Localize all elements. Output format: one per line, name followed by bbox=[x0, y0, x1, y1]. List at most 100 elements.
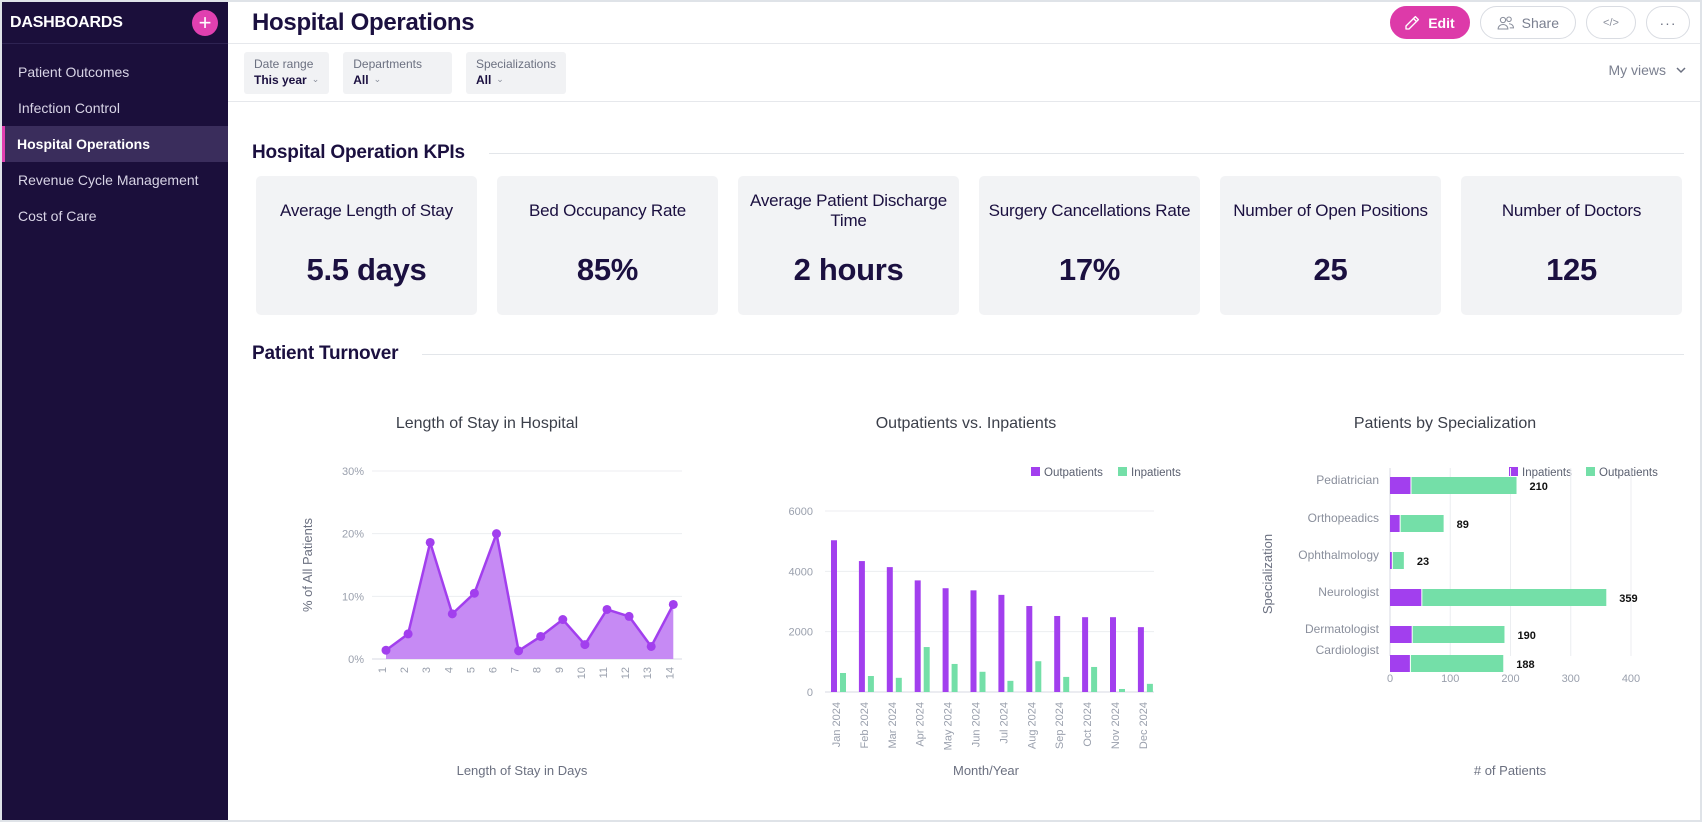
y-tick-label: Ophthalmology bbox=[1298, 548, 1379, 562]
bar-outpatients bbox=[970, 590, 977, 692]
my-views-dropdown[interactable]: My views bbox=[1608, 62, 1686, 78]
sidebar-item-label: Hospital Operations bbox=[17, 136, 151, 152]
patients-by-specialization-chart: Patients by Specialization Inpatients Outp… bbox=[1260, 415, 1658, 778]
kpi-value: 5.5 days bbox=[306, 252, 427, 287]
code-icon: </> bbox=[1603, 16, 1619, 29]
sidebar-item-revenue-cycle-management[interactable]: Revenue Cycle Management bbox=[2, 162, 228, 198]
legend-swatch-outpatients bbox=[1031, 467, 1040, 476]
edit-button[interactable]: Edit bbox=[1390, 6, 1470, 39]
legend-label: Outpatients bbox=[1599, 467, 1658, 479]
bar-outpatients bbox=[886, 567, 893, 692]
add-dashboard-button[interactable]: + bbox=[192, 9, 218, 36]
kpi-section-header: Hospital Operation KPIs bbox=[228, 142, 1700, 164]
bar-outpatients bbox=[914, 580, 921, 692]
edit-button-label: Edit bbox=[1428, 14, 1455, 31]
x-tick-label: May 2024 bbox=[943, 702, 955, 750]
x-tick-label: Dec 2024 bbox=[1138, 702, 1150, 749]
kpi-value: 85% bbox=[576, 252, 639, 287]
y-tick-label: Cardiologist bbox=[1316, 643, 1380, 657]
chart-legend: Inpatients Outpatients bbox=[1509, 467, 1658, 479]
data-point bbox=[447, 609, 457, 619]
x-tick-label: 2 bbox=[399, 667, 411, 673]
kpi-card: Average Patient Discharge Time 2 hours bbox=[738, 176, 959, 315]
sidebar-item-hospital-operations[interactable]: Hospital Operations bbox=[2, 126, 228, 162]
x-tick-label: 8 bbox=[532, 667, 544, 673]
y-tick-label: 4000 bbox=[789, 566, 813, 578]
x-tick-label: 13 bbox=[642, 667, 654, 679]
x-tick-label: 0 bbox=[1387, 673, 1393, 685]
legend-label: Outpatients bbox=[1044, 467, 1103, 479]
bar-inpatients bbox=[1390, 515, 1400, 532]
more-options-button[interactable]: ··· bbox=[1646, 6, 1690, 39]
kpi-label: Number of Open Positions bbox=[1233, 200, 1428, 220]
x-tick-label: 100 bbox=[1441, 673, 1459, 685]
charts-area: Length of Stay in Hospital0%10%20%30%1 2 3… bbox=[300, 415, 1658, 778]
sidebar-item-label: Infection Control bbox=[18, 100, 120, 116]
filter-label: Departments bbox=[353, 56, 422, 71]
embed-button[interactable]: </> bbox=[1586, 6, 1636, 39]
y-tick-label: 30% bbox=[342, 466, 364, 478]
bar-outpatients bbox=[1422, 589, 1607, 606]
bar-outpatients bbox=[1082, 617, 1089, 692]
y-tick-label: Neurologist bbox=[1318, 585, 1379, 599]
x-tick-label: Nov 2024 bbox=[1110, 702, 1122, 749]
filter-specializations[interactable]: Specializations All ⌄ bbox=[465, 51, 566, 94]
data-point bbox=[514, 646, 524, 656]
section-divider bbox=[488, 152, 1684, 154]
chevron-down-icon bbox=[1676, 66, 1686, 73]
data-label: 188 bbox=[1516, 659, 1534, 671]
bar-outpatients bbox=[998, 594, 1005, 692]
filter-value: This year bbox=[254, 72, 307, 87]
filter-date-range[interactable]: Date range This year ⌄ bbox=[244, 51, 330, 94]
data-label: 190 bbox=[1517, 630, 1535, 642]
bar-inpatients bbox=[1007, 680, 1014, 692]
y-tick-label: 0 bbox=[807, 687, 813, 699]
sidebar-item-cost-of-care[interactable]: Cost of Care bbox=[2, 198, 228, 234]
bar-inpatients bbox=[1390, 589, 1422, 606]
bar-inpatients bbox=[951, 663, 958, 692]
x-tick-label: Sep 2024 bbox=[1054, 702, 1066, 749]
data-label: 210 bbox=[1530, 481, 1548, 493]
x-tick-label: 9 bbox=[554, 667, 566, 673]
sidebar-item-label: Patient Outcomes bbox=[18, 64, 130, 80]
chart-title: Length of Stay in Hospital bbox=[396, 415, 578, 432]
data-point bbox=[469, 588, 479, 598]
filter-label: Date range bbox=[254, 56, 314, 71]
sidebar-item-patient-outcomes[interactable]: Patient Outcomes bbox=[2, 54, 228, 90]
kpi-cards: Average Length of Stay 5.5 days Bed Occup… bbox=[228, 176, 1700, 315]
kpi-label: Bed Occupancy Rate bbox=[528, 200, 687, 220]
x-tick-label: 1 bbox=[377, 667, 389, 673]
kpi-label: Average Length of Stay bbox=[280, 200, 453, 220]
bar-inpatients bbox=[1146, 683, 1153, 692]
share-button[interactable]: Share bbox=[1479, 6, 1576, 39]
y-tick-label: Dermatologist bbox=[1305, 622, 1380, 636]
y-axis-label: % of All Patients bbox=[300, 518, 315, 612]
filter-departments[interactable]: Departments All ⌄ bbox=[343, 51, 452, 94]
outpatients-inpatients-chart: Outpatients vs. Inpatients Outpatients Inp… bbox=[789, 415, 1182, 778]
data-point bbox=[425, 537, 435, 547]
x-tick-label: Apr 2024 bbox=[915, 702, 927, 747]
kpi-value: 17% bbox=[1058, 252, 1121, 287]
pencil-icon bbox=[1405, 15, 1420, 30]
section-title: Patient Turnover bbox=[252, 343, 399, 364]
x-tick-label: 4 bbox=[443, 667, 455, 673]
y-tick-label: Orthopeadics bbox=[1308, 511, 1379, 525]
sidebar-item-infection-control[interactable]: Infection Control bbox=[2, 90, 228, 126]
bar-inpatients bbox=[895, 677, 902, 692]
bar-outpatients bbox=[1410, 655, 1504, 672]
x-tick-label: Feb 2024 bbox=[859, 702, 871, 748]
kpi-card: Average Length of Stay 5.5 days bbox=[256, 176, 477, 315]
kpi-value: 125 bbox=[1546, 252, 1597, 287]
kpi-value: 2 hours bbox=[793, 252, 904, 287]
bar-inpatients bbox=[979, 671, 986, 692]
filter-label: Specializations bbox=[475, 56, 556, 71]
data-point bbox=[558, 615, 568, 625]
bar-inpatients bbox=[1390, 552, 1392, 569]
sidebar-nav: Patient Outcomes Infection Control Hospi… bbox=[2, 44, 228, 234]
kpi-card: Bed Occupancy Rate 85% bbox=[497, 176, 718, 315]
filter-value: All bbox=[475, 72, 492, 87]
kpi-label: Average Patient Discharge Time bbox=[750, 190, 947, 230]
bar-inpatients bbox=[1035, 661, 1042, 692]
kpi-card: Number of Open Positions 25 bbox=[1220, 176, 1441, 315]
bar-outpatients bbox=[1054, 615, 1061, 692]
